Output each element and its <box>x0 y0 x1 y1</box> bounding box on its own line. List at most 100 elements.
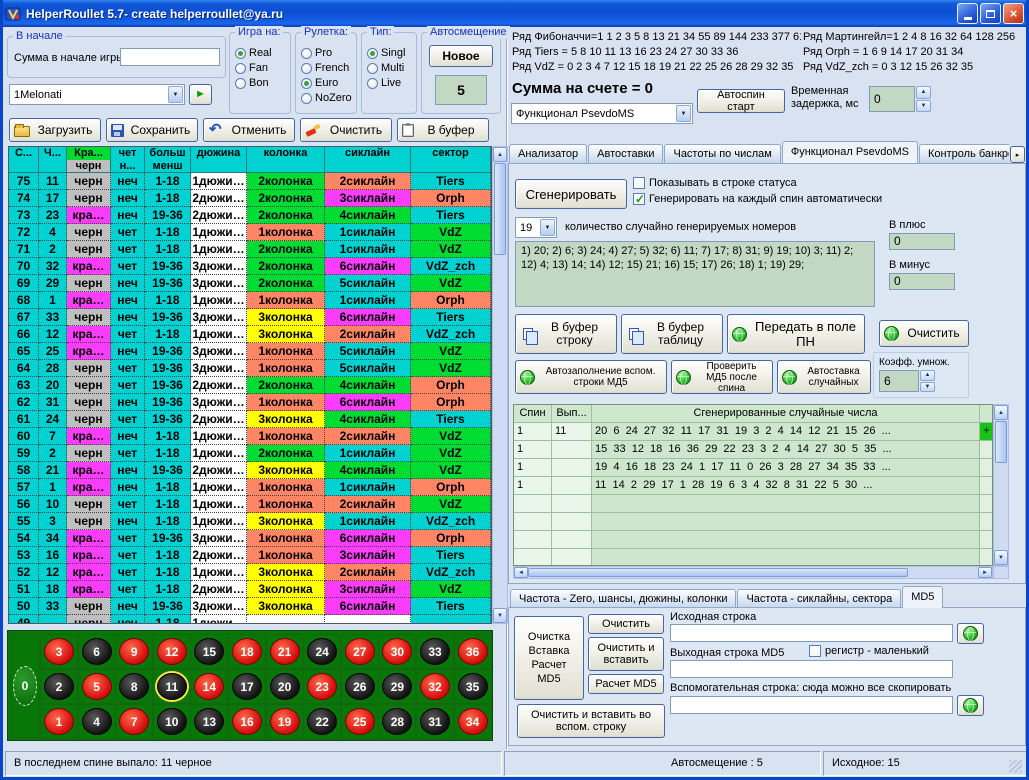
history-row[interactable]: 592чернчет1-181дюжи…2колонка1сиклайнVdZ <box>9 445 491 462</box>
board-number-1[interactable]: 1 <box>40 704 78 739</box>
history-row[interactable]: 7323кра…неч19-362дюжи…2колонка4сиклайнTi… <box>9 207 491 224</box>
scroll-down-button[interactable]: ▼ <box>493 608 507 623</box>
board-number-11[interactable]: 11 <box>153 669 191 704</box>
preset-combobox[interactable]: 1Melonati ▼ <box>9 84 185 105</box>
board-number-3[interactable]: 3 <box>40 634 78 669</box>
board-number-7[interactable]: 7 <box>115 704 153 739</box>
generated-table-hscrollbar[interactable]: ◄ ► <box>513 566 993 579</box>
history-row[interactable]: 571кра…неч1-181дюжи…1колонка1сиклайнOrph <box>9 479 491 496</box>
generated-numbers-area[interactable]: 1) 20; 2) 6; 3) 24; 4) 27; 5) 32; 6) 11;… <box>515 241 875 307</box>
history-row[interactable]: 6320чернчет19-362дюжи…2колонка4сиклайнOr… <box>9 377 491 394</box>
board-number-4[interactable]: 4 <box>78 704 116 739</box>
minimize-button[interactable] <box>957 3 978 24</box>
md5-clear-paste-calc-button[interactable]: Очистка Вставка Расчет MD5 <box>514 616 584 700</box>
coef-value[interactable]: 6 <box>879 370 919 392</box>
clear-button[interactable]: Очистить <box>300 118 392 142</box>
save-button[interactable]: Сохранить <box>106 118 198 142</box>
history-row[interactable]: 553черннеч1-181дюжи…3колонка1сиклайнVdZ_… <box>9 513 491 530</box>
freq-tab-1[interactable]: Частота - Zero, шансы, дюжины, колонки <box>510 589 736 608</box>
board-number-28[interactable]: 28 <box>378 704 416 739</box>
history-row[interactable]: 6733черннеч19-363дюжи…3колонка6сиклайнTi… <box>9 309 491 326</box>
folder-open-button[interactable]: Загрузить <box>9 118 101 142</box>
radio-french[interactable]: French <box>301 61 356 75</box>
md5-aux-globe-button[interactable] <box>957 695 984 716</box>
check-md5-button[interactable]: Проверить МД5 после спина <box>671 360 773 394</box>
history-row[interactable]: 49черннеч1-181дюжи… <box>9 615 491 624</box>
board-number-26[interactable]: 26 <box>341 669 379 704</box>
radio-live[interactable]: Live <box>367 76 416 90</box>
history-row[interactable]: 6612кра…чет1-181дюжи…3колонка2сиклайнVdZ… <box>9 326 491 343</box>
spin-up-button[interactable]: ▲ <box>916 86 931 99</box>
board-number-31[interactable]: 31 <box>416 704 454 739</box>
board-number-32[interactable]: 32 <box>416 669 454 704</box>
radio-fan[interactable]: Fan <box>235 61 290 75</box>
history-row[interactable]: 6124чернчет19-362дюжи…3колонка4сиклайнTi… <box>9 411 491 428</box>
chevron-down-icon[interactable]: ▼ <box>168 86 183 103</box>
tab-scroll-button[interactable]: ▸ <box>1010 146 1025 163</box>
md5-source-input[interactable] <box>670 624 953 642</box>
md5-calc-button[interactable]: Расчет MD5 <box>588 674 664 694</box>
board-number-23[interactable]: 23 <box>303 669 341 704</box>
history-row[interactable]: 5316кра…чет1-182дюжи…1колонка3сиклайнTie… <box>9 547 491 564</box>
scroll-up-button[interactable]: ▲ <box>493 147 507 162</box>
board-number-6[interactable]: 6 <box>78 634 116 669</box>
send-to-pn-button[interactable]: Передать в поле ПН <box>727 314 865 354</box>
board-number-17[interactable]: 17 <box>228 669 266 704</box>
board-number-35[interactable]: 35 <box>454 669 492 704</box>
generated-row[interactable] <box>514 495 992 513</box>
start-sum-input[interactable] <box>120 48 220 66</box>
undo-button[interactable]: Отменить <box>203 118 295 142</box>
history-row[interactable]: 6428чернчет19-363дюжи…1колонка5сиклайнVd… <box>9 360 491 377</box>
generated-row[interactable]: 115 33 12 18 16 36 29 22 23 3 2 4 14 27 … <box>514 441 992 459</box>
close-button[interactable]: × <box>1003 3 1024 24</box>
clear-paste-aux-button[interactable]: Очистить и вставить во вспом. строку <box>517 704 665 738</box>
board-number-18[interactable]: 18 <box>228 634 266 669</box>
spin-down-button[interactable]: ▼ <box>916 100 931 113</box>
history-row[interactable]: 6525кра…неч19-363дюжи…1колонка5сиклайнVd… <box>9 343 491 360</box>
history-row[interactable]: 5033черннеч19-363дюжи…3колонка6сиклайнTi… <box>9 598 491 615</box>
board-number-24[interactable]: 24 <box>303 634 341 669</box>
board-number-0[interactable]: 0 <box>10 634 40 738</box>
board-number-25[interactable]: 25 <box>341 704 379 739</box>
main-tab-1[interactable]: Анализатор <box>509 144 587 163</box>
board-number-34[interactable]: 34 <box>454 704 492 739</box>
spin-down-button[interactable]: ▼ <box>920 382 935 393</box>
generated-table-vscrollbar[interactable]: ▲ ▼ <box>993 404 1009 566</box>
board-number-30[interactable]: 30 <box>378 634 416 669</box>
radio-nozero[interactable]: NoZero <box>301 91 356 105</box>
history-row[interactable]: 5118кра…чет1-182дюжи…3колонка3сиклайнVdZ <box>9 581 491 598</box>
spin-up-button[interactable]: ▲ <box>920 370 935 381</box>
board-number-19[interactable]: 19 <box>266 704 304 739</box>
function-combobox[interactable]: Функционал PsevdoMS ▼ <box>511 103 693 124</box>
scroll-down-button[interactable]: ▼ <box>994 550 1008 565</box>
history-row[interactable]: 7511черннеч1-181дюжи…2колонка2сиклайнTie… <box>9 173 491 190</box>
clipboard-button[interactable]: В буфер <box>397 118 489 142</box>
history-row[interactable]: 6929черннеч19-363дюжи…2колонка5сиклайнVd… <box>9 275 491 292</box>
board-number-8[interactable]: 8 <box>115 669 153 704</box>
new-autoshift-button[interactable]: Новое <box>429 45 493 67</box>
md5-source-globe-button[interactable] <box>957 623 984 644</box>
radio-real[interactable]: Real <box>235 46 290 60</box>
autofill-md5-button[interactable]: Автозаполнение вспом. строки МД5 <box>515 360 667 394</box>
auto-generate-checkbox[interactable]: Генерировать на каждый спин автоматическ… <box>633 193 882 205</box>
board-number-10[interactable]: 10 <box>153 704 191 739</box>
board-number-22[interactable]: 22 <box>303 704 341 739</box>
freq-tab-2[interactable]: Частота - сиклайны, сектора <box>737 589 901 608</box>
board-number-21[interactable]: 21 <box>266 634 304 669</box>
radio-pro[interactable]: Pro <box>301 46 356 60</box>
board-number-16[interactable]: 16 <box>228 704 266 739</box>
main-tab-2[interactable]: Автоставки <box>588 144 663 163</box>
md5-clear-and-paste-button[interactable]: Очистить и вставить <box>588 637 664 671</box>
scroll-thumb[interactable] <box>995 421 1007 463</box>
history-row[interactable]: 5434кра…чет19-363дюжи…1колонка6сиклайнOr… <box>9 530 491 547</box>
radio-multi[interactable]: Multi <box>367 61 416 75</box>
board-number-9[interactable]: 9 <box>115 634 153 669</box>
clear-generated-button[interactable]: Очистить <box>879 320 969 347</box>
run-preset-button[interactable]: ► <box>189 84 212 105</box>
copy-row-button[interactable]: В буфер строку <box>515 314 617 354</box>
md5-output-input[interactable] <box>670 660 953 678</box>
show-status-checkbox[interactable]: Показывать в строке статуса <box>633 177 797 189</box>
board-number-12[interactable]: 12 <box>153 634 191 669</box>
resize-grip[interactable] <box>1009 760 1022 773</box>
generated-row[interactable]: 111 14 2 29 17 1 28 19 6 3 4 32 8 31 22 … <box>514 477 992 495</box>
